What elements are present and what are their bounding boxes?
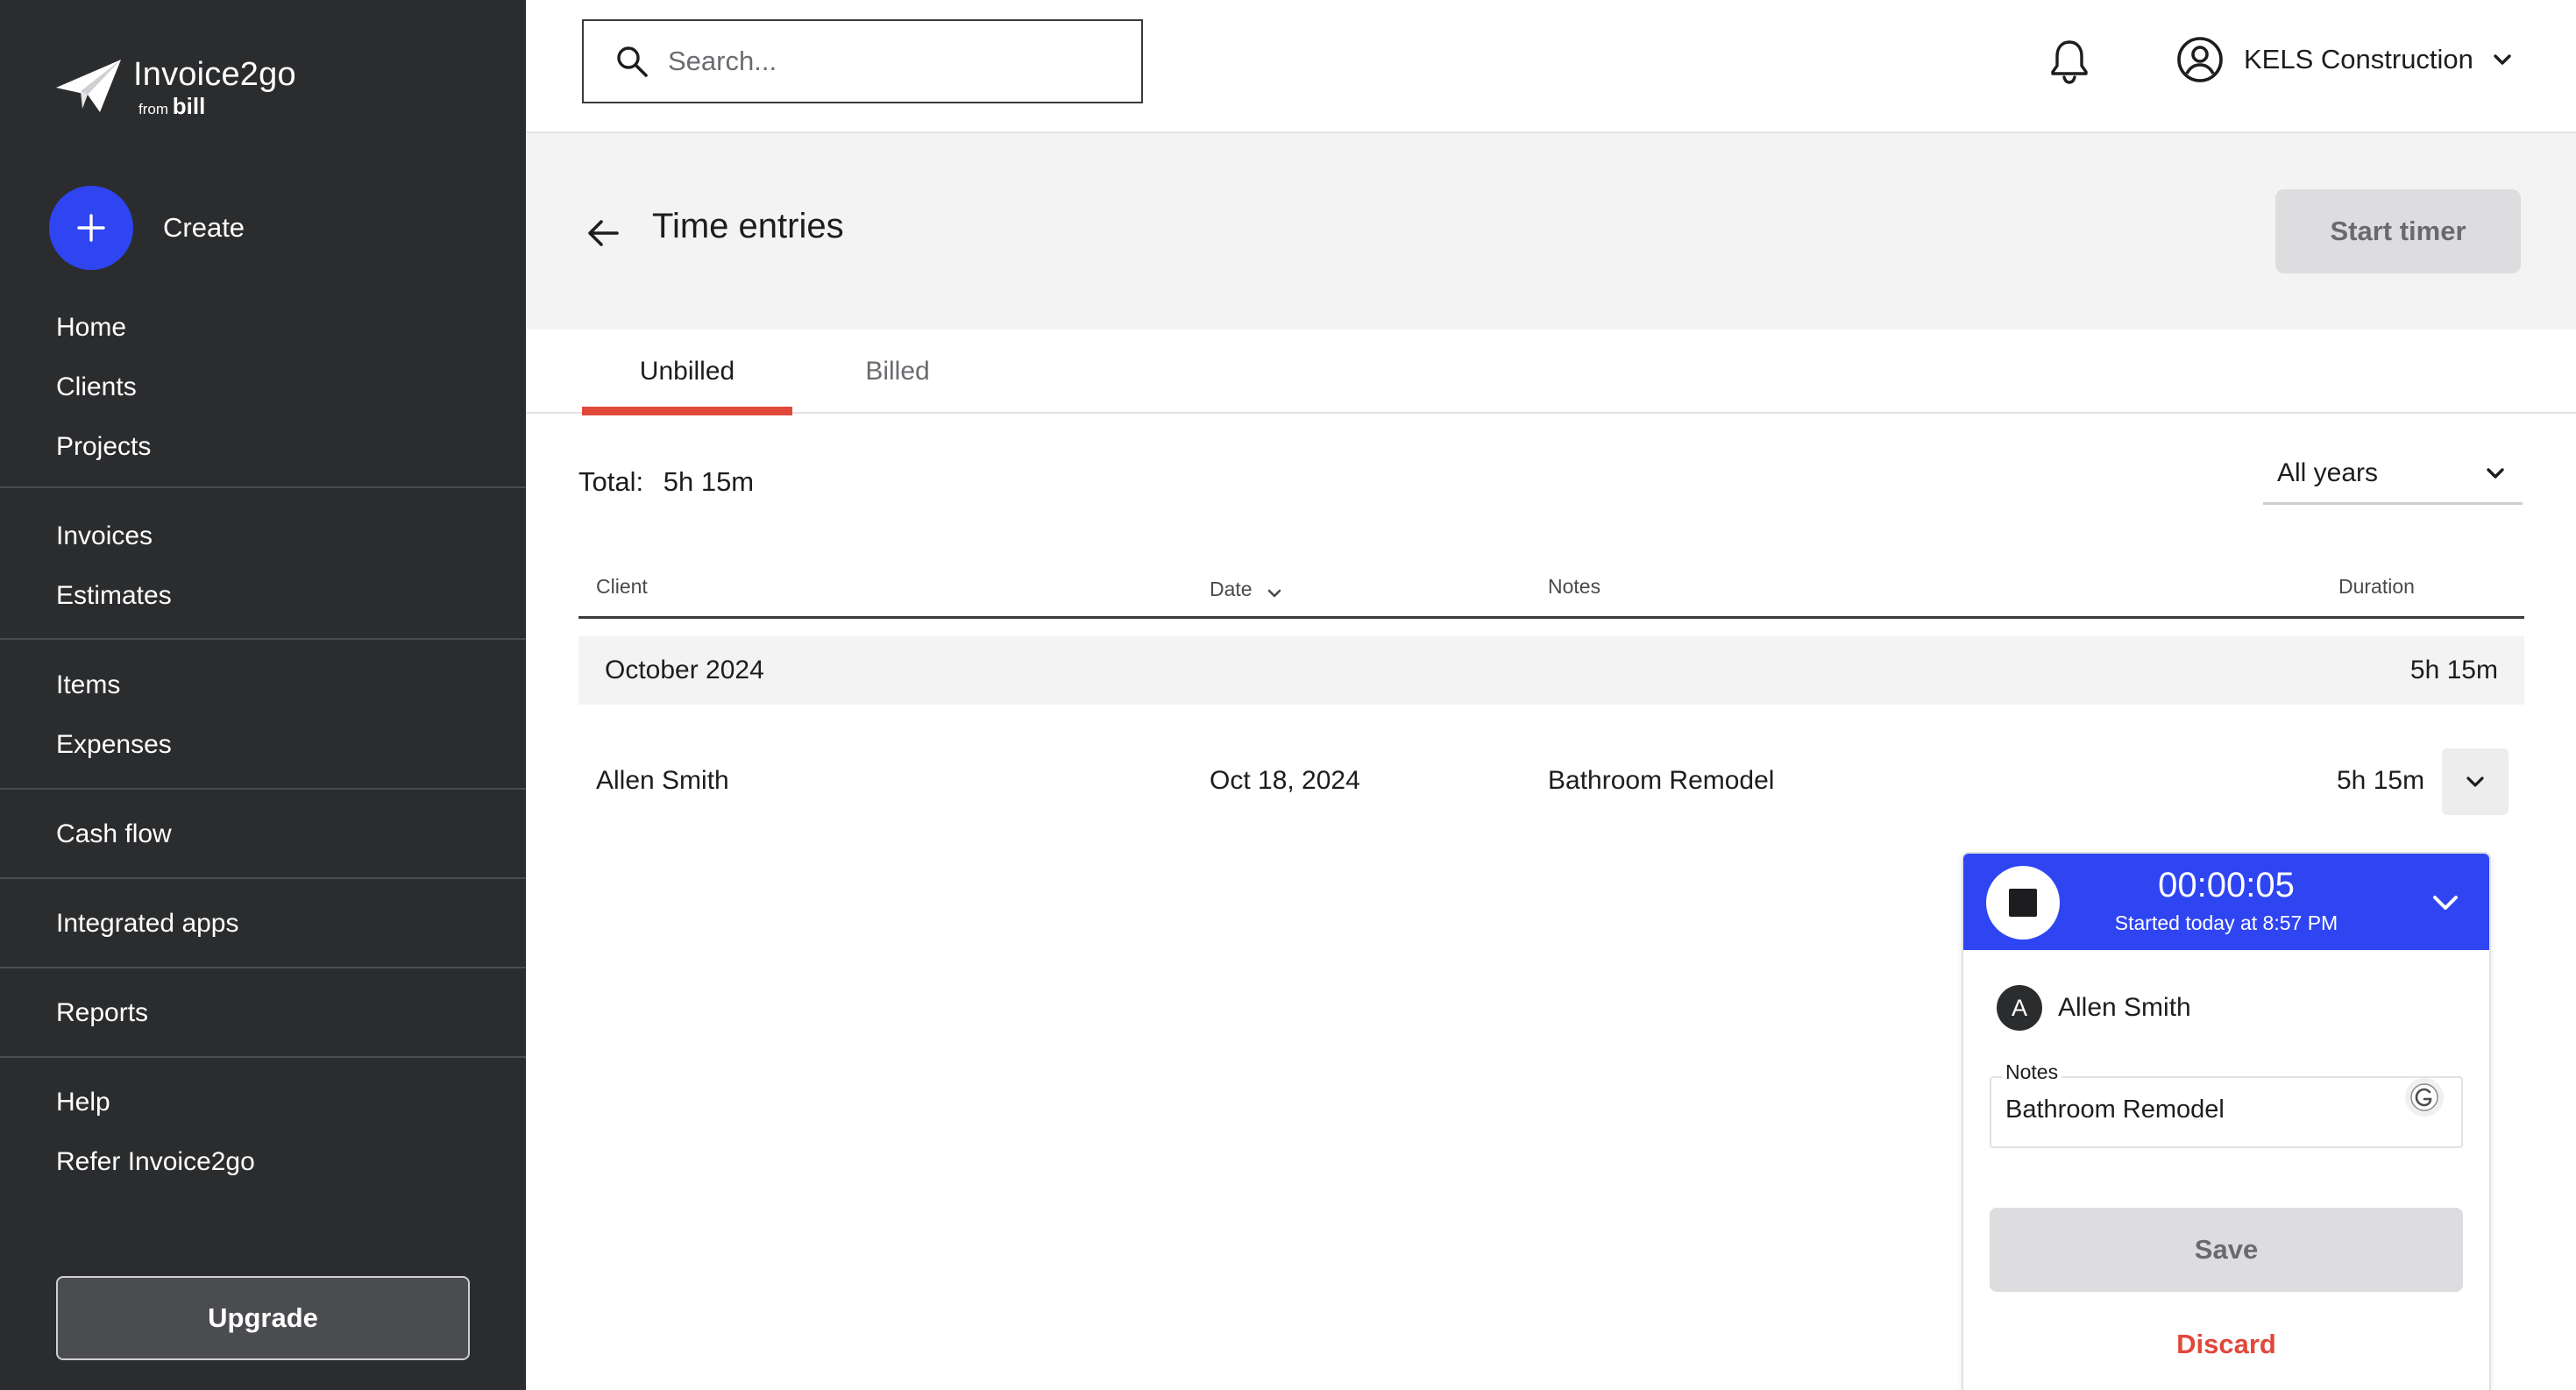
- topbar: KELS Construction: [526, 0, 2576, 133]
- paper-plane-icon: [56, 60, 121, 112]
- row-duration: 5h 15m: [2337, 766, 2425, 795]
- month-group-header: October 2024 5h 15m: [578, 636, 2524, 705]
- month-group-total: 5h 15m: [2409, 656, 2498, 684]
- create-button[interactable]: Create: [49, 186, 245, 270]
- nav-group-reports: Reports: [0, 983, 526, 1043]
- nav-group-help: Help Refer Invoice2go: [0, 1073, 526, 1192]
- timer-header: 00:00:05 Started today at 8:57 PM: [1963, 854, 2489, 950]
- sidebar-item-integrated-apps[interactable]: Integrated apps: [0, 894, 526, 954]
- avatar: A: [1997, 985, 2042, 1031]
- save-button[interactable]: Save: [1990, 1208, 2463, 1292]
- nav-group-main: Home Clients Projects: [0, 298, 526, 477]
- chevron-down-icon: [2487, 467, 2504, 479]
- sidebar-item-refer[interactable]: Refer Invoice2go: [0, 1132, 526, 1192]
- total-summary: Total: 5h 15m: [578, 466, 754, 498]
- page-header: Time entries Start timer: [526, 133, 2576, 330]
- tab-billed[interactable]: Billed: [792, 330, 1003, 414]
- brand-sub-prefix: from: [138, 101, 168, 117]
- column-header-date[interactable]: Date: [1210, 575, 1284, 603]
- tab-unbilled[interactable]: Unbilled: [582, 330, 792, 415]
- sidebar-divider: [0, 788, 526, 790]
- plus-icon: [49, 186, 133, 270]
- total-label: Total:: [578, 466, 644, 497]
- chevron-down-icon[interactable]: [2428, 885, 2463, 920]
- notes-field[interactable]: Bathroom Remodel: [1990, 1076, 2463, 1148]
- sidebar-item-expenses[interactable]: Expenses: [0, 715, 526, 775]
- bell-icon[interactable]: [2045, 37, 2094, 86]
- create-label: Create: [163, 212, 245, 243]
- grammarly-icon[interactable]: [2405, 1078, 2444, 1117]
- brand-name: Invoice2go: [133, 56, 296, 93]
- month-group-label: October 2024: [605, 656, 764, 684]
- brand-sub-name: bill: [172, 93, 206, 119]
- total-value: 5h 15m: [663, 466, 755, 497]
- sidebar-divider: [0, 967, 526, 968]
- sidebar: Invoice2go from bill Create Home Clients…: [0, 0, 526, 1390]
- start-timer-button[interactable]: Start timer: [2275, 189, 2521, 273]
- brand-sub: from bill: [138, 93, 296, 120]
- sidebar-item-items[interactable]: Items: [0, 656, 526, 715]
- row-date: Oct 18, 2024: [1210, 766, 1360, 795]
- timer-client-name: Allen Smith: [2058, 993, 2191, 1022]
- search-input[interactable]: [668, 46, 1124, 77]
- sidebar-item-estimates[interactable]: Estimates: [0, 566, 526, 626]
- column-header-notes[interactable]: Notes: [1548, 575, 1600, 599]
- chevron-down-icon: [2494, 54, 2511, 65]
- search-box[interactable]: [582, 19, 1143, 103]
- sidebar-divider: [0, 486, 526, 488]
- search-icon: [617, 46, 648, 77]
- sidebar-item-clients[interactable]: Clients: [0, 358, 526, 417]
- timer-client[interactable]: A Allen Smith: [1997, 985, 2191, 1031]
- sidebar-item-projects[interactable]: Projects: [0, 417, 526, 477]
- back-arrow-icon[interactable]: [582, 212, 624, 254]
- table-header: Client Date Notes Duration: [578, 561, 2524, 619]
- year-filter-value: All years: [2277, 457, 2379, 487]
- nav-group-sales: Invoices Estimates: [0, 507, 526, 626]
- nav-group-catalog: Items Expenses: [0, 656, 526, 775]
- nav-group-apps: Integrated apps: [0, 894, 526, 954]
- tab-bar: Unbilled Billed: [526, 330, 2576, 415]
- notes-field-label: Notes: [2002, 1060, 2062, 1084]
- sort-down-icon: [1267, 589, 1281, 598]
- upgrade-button[interactable]: Upgrade: [56, 1276, 470, 1360]
- sidebar-divider: [0, 877, 526, 879]
- user-circle-icon: [2177, 37, 2223, 82]
- row-client: Allen Smith: [596, 766, 729, 795]
- sidebar-item-help[interactable]: Help: [0, 1073, 526, 1132]
- brand-logo[interactable]: Invoice2go from bill: [54, 56, 296, 120]
- timer-elapsed: 00:00:05: [2158, 866, 2295, 904]
- nav-group-cashflow: Cash flow: [0, 805, 526, 864]
- column-header-client[interactable]: Client: [596, 575, 648, 599]
- account-name: KELS Construction: [2244, 44, 2473, 74]
- discard-button[interactable]: Discard: [1990, 1318, 2463, 1371]
- year-filter-select[interactable]: All years: [2263, 443, 2523, 505]
- row-notes: Bathroom Remodel: [1548, 766, 1775, 795]
- sidebar-item-home[interactable]: Home: [0, 298, 526, 358]
- sidebar-item-cash-flow[interactable]: Cash flow: [0, 805, 526, 864]
- active-timer-panel: 00:00:05 Started today at 8:57 PM A Alle…: [1962, 852, 2491, 1390]
- sidebar-item-reports[interactable]: Reports: [0, 983, 526, 1043]
- row-expand-button[interactable]: [2442, 748, 2509, 815]
- account-menu[interactable]: KELS Construction: [2175, 35, 2516, 84]
- table-row[interactable]: Allen Smith Oct 18, 2024 Bathroom Remode…: [578, 745, 2524, 817]
- chevron-down-icon: [2466, 777, 2484, 787]
- sidebar-divider: [0, 638, 526, 640]
- column-header-duration[interactable]: Duration: [2338, 575, 2415, 599]
- sidebar-item-invoices[interactable]: Invoices: [0, 507, 526, 566]
- timer-started-text: Started today at 8:57 PM: [2114, 911, 2338, 934]
- column-header-date-label: Date: [1210, 577, 1253, 600]
- sidebar-divider: [0, 1056, 526, 1058]
- page-title: Time entries: [652, 207, 844, 245]
